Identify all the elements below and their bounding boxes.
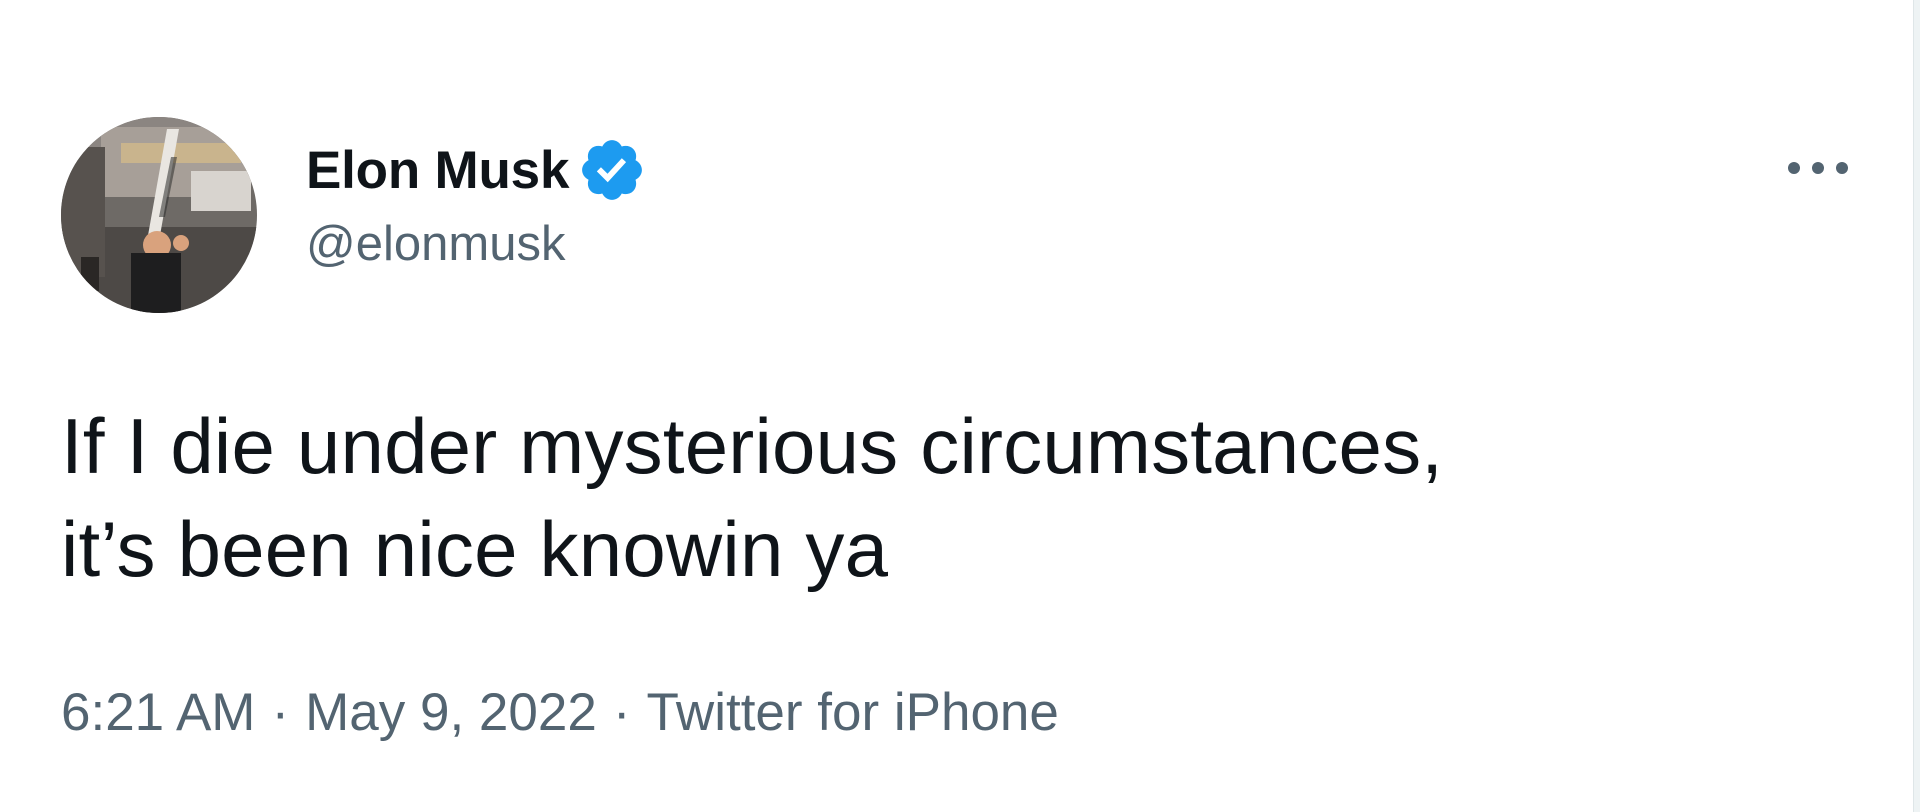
- meta-separator: ·: [271, 683, 290, 742]
- profile-photo: [61, 117, 257, 313]
- more-options-button[interactable]: [1772, 142, 1864, 194]
- meta-separator: ·: [612, 683, 631, 742]
- name-row: Elon Musk: [306, 138, 647, 202]
- user-handle[interactable]: @elonmusk: [306, 216, 647, 272]
- tweet-source[interactable]: Twitter for iPhone: [646, 682, 1058, 743]
- display-name[interactable]: Elon Musk: [306, 140, 569, 201]
- author-block: Elon Musk @elonmusk: [306, 138, 647, 271]
- tweet-date[interactable]: May 9, 2022: [305, 682, 597, 743]
- tweet-text: If I die under mysterious circumstances,…: [61, 402, 1444, 593]
- more-options-icon: [1788, 162, 1848, 174]
- tweet-card: Elon Musk @elonmusk If I die under myste…: [0, 0, 1912, 812]
- verified-badge-icon[interactable]: [577, 135, 647, 205]
- tweet-meta: 6:21 AM · May 9, 2022 · Twitter for iPho…: [61, 682, 1059, 743]
- tweet-time[interactable]: 6:21 AM: [61, 682, 255, 743]
- window-edge: [1913, 0, 1920, 812]
- avatar[interactable]: [61, 117, 257, 313]
